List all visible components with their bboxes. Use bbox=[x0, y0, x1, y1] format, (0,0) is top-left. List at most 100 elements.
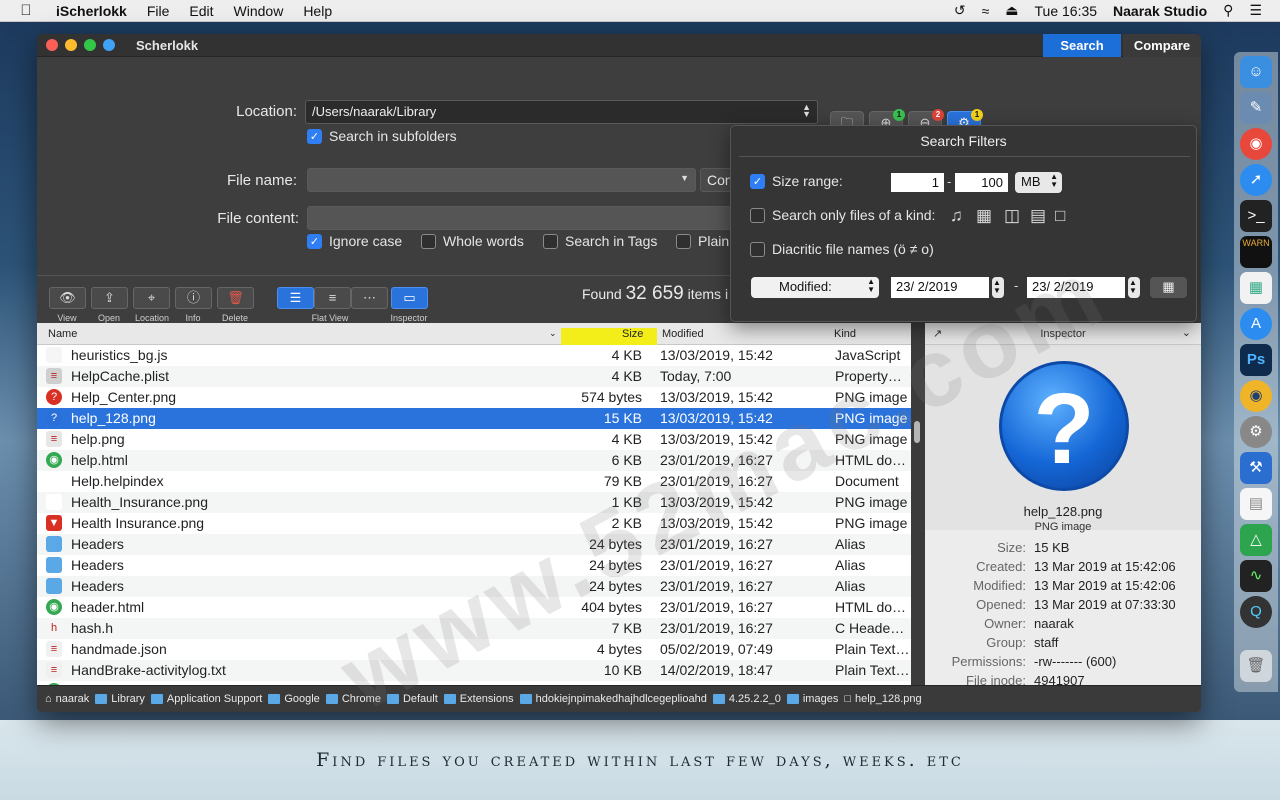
column-kind[interactable]: Kind bbox=[834, 328, 856, 340]
table-row[interactable]: ≡ HandBrake-activitylog.txt 10 KB 14/02/201… bbox=[37, 660, 911, 681]
preview-icon[interactable]: ✎ bbox=[1240, 92, 1272, 124]
location-button[interactable]: ⌖ bbox=[133, 287, 170, 309]
menubar-clock[interactable]: Tue 16:35 bbox=[1035, 3, 1098, 19]
path-segment[interactable]: Library bbox=[95, 693, 145, 705]
app-store-icon[interactable]: A bbox=[1240, 308, 1272, 340]
ignore-case-checkbox[interactable]: ✓ Ignore case bbox=[307, 233, 402, 249]
menu-window[interactable]: Window bbox=[234, 3, 284, 19]
size-to-input[interactable]: 100 bbox=[955, 173, 1008, 192]
tab-compare[interactable]: Compare bbox=[1123, 34, 1201, 57]
kind-filter-checkbox[interactable]: Search only files of a kind: bbox=[750, 207, 935, 223]
date-from-input[interactable]: 23/ 2/2019 bbox=[891, 277, 989, 298]
eject-icon[interactable]: ⏏ bbox=[1005, 2, 1018, 19]
image-kind-icon[interactable]: ▦ bbox=[976, 206, 992, 226]
music-kind-icon[interactable]: ♫ bbox=[950, 206, 963, 226]
close-window-button[interactable] bbox=[46, 39, 58, 51]
search-subfolders-checkbox[interactable]: ✓ Search in subfolders bbox=[307, 128, 457, 144]
document-kind-icon[interactable]: □ bbox=[1055, 206, 1065, 226]
table-row[interactable]: ? help_128.png 15 KB 13/03/2019, 15:42 PNG i… bbox=[37, 408, 911, 429]
content-input[interactable] bbox=[307, 206, 737, 230]
open-button[interactable]: ⇪ bbox=[91, 287, 128, 309]
size-range-checkbox[interactable]: ✓ Size range: bbox=[750, 173, 843, 189]
list-view-button[interactable]: ☰ bbox=[277, 287, 314, 309]
wifi-icon[interactable]: ≈ bbox=[982, 3, 990, 19]
table-row[interactable]: ◉ help.html 6 KB 23/01/2019, 16:27 HTML do… bbox=[37, 450, 911, 471]
whole-words-checkbox[interactable]: Whole words bbox=[421, 233, 524, 249]
terminal-icon[interactable]: >_ bbox=[1240, 200, 1272, 232]
safari-icon[interactable]: ➚ bbox=[1240, 164, 1272, 196]
finder-icon[interactable]: ☺ bbox=[1240, 56, 1272, 88]
system-preferences-icon[interactable]: ⚙ bbox=[1240, 416, 1272, 448]
app-menu[interactable]: iScherlokk bbox=[56, 3, 127, 19]
table-row[interactable]: Headers 24 bytes 23/01/2019, 16:27 Alias bbox=[37, 534, 911, 555]
photoshop-icon[interactable]: Ps bbox=[1240, 344, 1272, 376]
path-segment[interactable]: Extensions bbox=[443, 693, 514, 705]
search-tags-checkbox[interactable]: Search in Tags bbox=[543, 233, 657, 249]
zoom-window-button[interactable] bbox=[84, 39, 96, 51]
scherlokk-icon[interactable]: ◉ bbox=[1240, 380, 1272, 412]
path-segment[interactable]: Google bbox=[268, 693, 320, 705]
size-from-input[interactable]: 1 bbox=[891, 173, 944, 192]
path-segment[interactable]: ⌂ naarak bbox=[45, 693, 89, 705]
date-to-stepper[interactable]: ▲ ▼ bbox=[1128, 277, 1140, 298]
inspector-toggle-button[interactable]: ▭ bbox=[391, 287, 428, 309]
chrome-icon[interactable]: ◉ bbox=[1240, 128, 1272, 160]
xcode-icon[interactable]: ⚒ bbox=[1240, 452, 1272, 484]
activity-monitor-icon[interactable]: ∿ bbox=[1240, 560, 1272, 592]
text-kind-icon[interactable]: ▤ bbox=[1030, 206, 1046, 226]
menu-help[interactable]: Help bbox=[303, 3, 332, 19]
delete-button[interactable]: 🗑 bbox=[217, 287, 254, 309]
path-segment[interactable]: □ help_128.png bbox=[844, 693, 921, 705]
apple-menu-icon[interactable]:  bbox=[18, 2, 34, 19]
trash-icon[interactable]: 🗑 bbox=[1240, 650, 1272, 682]
grid-view-button[interactable]: ⋯ bbox=[351, 287, 388, 309]
movie-kind-icon[interactable]: ◫ bbox=[1004, 206, 1020, 226]
plain-text-checkbox[interactable]: Plain bbox=[676, 233, 729, 249]
table-row[interactable]: ≡ handmade.json 4 bytes 05/02/2019, 07:49 Pl… bbox=[37, 639, 911, 660]
table-row[interactable]: Help.helpindex 79 KB 23/01/2019, 16:27 Docu… bbox=[37, 471, 911, 492]
path-segment[interactable]: images bbox=[786, 693, 838, 705]
minimize-window-button[interactable] bbox=[65, 39, 77, 51]
view-button[interactable]: 👁 bbox=[49, 287, 86, 309]
notification-center-icon[interactable]: ☰ bbox=[1249, 2, 1262, 19]
path-segment[interactable]: Chrome bbox=[325, 693, 381, 705]
column-size[interactable]: Size bbox=[622, 328, 643, 340]
table-row[interactable]: ◉ header.html 404 bytes 23/01/2019, 16:27 HT… bbox=[37, 597, 911, 618]
table-row[interactable]: Health_Insurance.png 1 KB 13/03/2019, 15:4… bbox=[37, 492, 911, 513]
table-row[interactable]: ≡ HelpCache.plist 4 KB Today, 7:00 Property… bbox=[37, 366, 911, 387]
console-icon[interactable]: WARN bbox=[1240, 236, 1272, 268]
tab-search[interactable]: Search bbox=[1043, 34, 1121, 57]
path-segment[interactable]: Application Support bbox=[150, 693, 262, 705]
menu-edit[interactable]: Edit bbox=[189, 3, 213, 19]
location-select[interactable]: /Users/naarak/Library ▲ ▼ bbox=[305, 100, 818, 124]
calendar-button[interactable]: ▦ bbox=[1150, 277, 1187, 298]
table-row[interactable]: ▼ Health Insurance.png 2 KB 13/03/2019, 15:… bbox=[37, 513, 911, 534]
quicktime-icon[interactable]: Q bbox=[1240, 596, 1272, 628]
table-row[interactable]: h hash.h 7 KB 23/01/2019, 16:27 C Heade… bbox=[37, 618, 911, 639]
path-segment[interactable]: hdokiejnpimakedhajhdlcegeplioahd bbox=[519, 693, 707, 705]
info-button[interactable]: ⓘ bbox=[175, 287, 212, 309]
size-unit-select[interactable]: MB ▲ ▼ bbox=[1015, 172, 1062, 193]
list-scrollbar[interactable] bbox=[914, 421, 920, 443]
flat-view-button[interactable]: ≡ bbox=[314, 287, 351, 309]
preview-pdf-icon[interactable]: ▦ bbox=[1240, 272, 1272, 304]
date-from-stepper[interactable]: ▲ ▼ bbox=[992, 277, 1004, 298]
diacritic-checkbox[interactable]: Diacritic file names (ö ≠ o) bbox=[750, 241, 934, 257]
date-field-select[interactable]: Modified: ▲ ▼ bbox=[751, 277, 879, 298]
column-modified[interactable]: Modified bbox=[662, 328, 704, 340]
info-window-button[interactable] bbox=[103, 39, 115, 51]
chevron-down-icon[interactable]: ⌄ bbox=[1182, 326, 1191, 339]
table-row[interactable]: ? Help_Center.png 574 bytes 13/03/2019, 15:… bbox=[37, 387, 911, 408]
sort-chevron-icon[interactable]: ⌄ bbox=[549, 328, 557, 339]
time-machine-icon[interactable]: ↺ bbox=[954, 2, 966, 19]
table-row[interactable]: heuristics_bg.js 4 KB 13/03/2019, 15:42 Jav… bbox=[37, 345, 911, 366]
date-to-input[interactable]: 23/ 2/2019 bbox=[1027, 277, 1125, 298]
menubar-user[interactable]: Naarak Studio bbox=[1113, 3, 1207, 19]
path-segment[interactable]: Default bbox=[386, 693, 438, 705]
spotlight-search-icon[interactable]: ⚲ bbox=[1223, 2, 1233, 19]
table-row[interactable]: Headers 24 bytes 23/01/2019, 16:27 Alias bbox=[37, 555, 911, 576]
path-segment[interactable]: 4.25.2.2_0 bbox=[712, 693, 781, 705]
google-drive-icon[interactable]: △ bbox=[1240, 524, 1272, 556]
table-row[interactable]: Headers 24 bytes 23/01/2019, 16:27 Alias bbox=[37, 576, 911, 597]
column-name[interactable]: Name bbox=[48, 328, 77, 340]
